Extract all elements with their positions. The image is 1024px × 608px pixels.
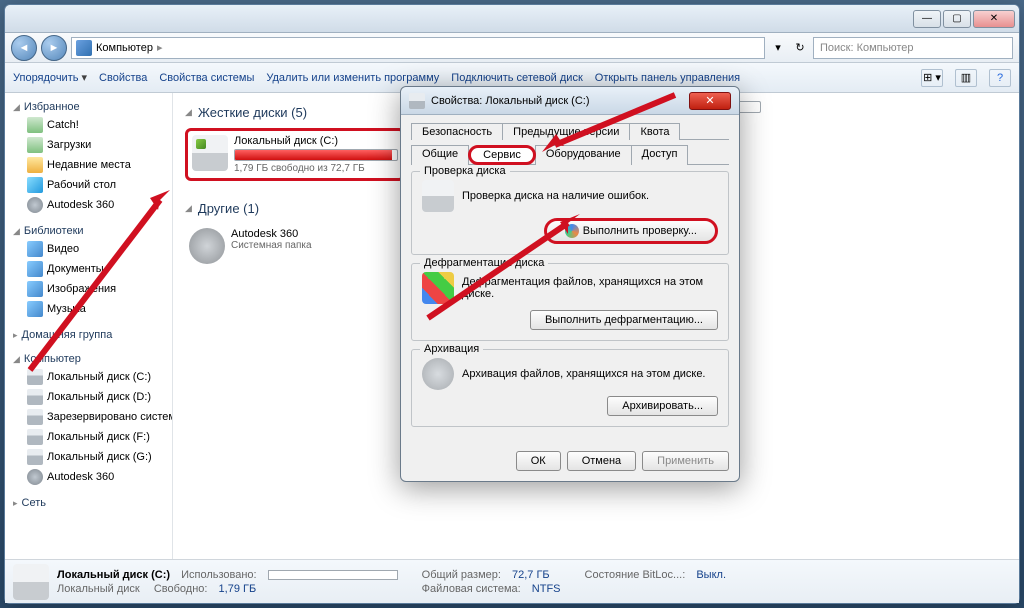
view-options-button[interactable]: ⊞ ▾ <box>921 69 943 87</box>
dropdown-icon[interactable]: ▾ <box>769 41 787 54</box>
preview-pane-button[interactable]: ▥ <box>955 69 977 87</box>
navbar: ◄ ► Компьютер ▸ ▾ ↻ Поиск: Компьютер <box>5 33 1019 63</box>
search-placeholder: Поиск: Компьютер <box>820 42 914 54</box>
folder-name: Autodesk 360 <box>231 228 401 240</box>
dialog-footer: ОК Отмена Применить <box>401 443 739 481</box>
system-properties-button[interactable]: Свойства системы <box>159 72 254 84</box>
status-fs-val: NTFS <box>532 583 561 595</box>
annotation-arrow-2 <box>530 90 690 163</box>
sidebar-item-label: Недавние места <box>47 159 131 171</box>
statusbar: Локальный диск (C:) Использовано: Локаль… <box>5 559 1019 603</box>
check-legend: Проверка диска <box>420 165 510 177</box>
refresh-button[interactable]: ↻ <box>791 41 809 54</box>
maximize-button[interactable]: ▢ <box>943 10 971 28</box>
autodesk-icon <box>189 228 225 264</box>
sidebar-item-label: Локальный диск (F:) <box>47 431 150 443</box>
status-used-bar <box>268 570 398 580</box>
cancel-button[interactable]: Отмена <box>567 451 636 471</box>
breadcrumb-sep: ▸ <box>157 41 163 54</box>
check-text: Проверка диска на наличие ошибок. <box>462 190 718 202</box>
archive-legend: Архивация <box>420 343 483 355</box>
status-free-val: 1,79 ГБ <box>219 583 257 595</box>
ic-dl-icon <box>27 117 43 133</box>
sidebar-item-comp-3[interactable]: Локальный диск (F:) <box>5 427 172 447</box>
sidebar-favorites[interactable]: ◢Избранное <box>5 99 172 115</box>
dialog-close-button[interactable]: ✕ <box>689 92 731 110</box>
status-drive-icon <box>13 564 49 600</box>
ic-folder-icon <box>27 157 43 173</box>
ic-disk-icon <box>27 409 43 425</box>
titlebar: — ▢ ✕ <box>5 5 1019 33</box>
drive-free-text: 1,79 ГБ свободно из 72,7 ГБ <box>234 163 398 174</box>
address-bar[interactable]: Компьютер ▸ <box>71 37 765 59</box>
sidebar-item-label: Локальный диск (D:) <box>47 391 151 403</box>
forward-button[interactable]: ► <box>41 35 67 61</box>
map-drive-button[interactable]: Подключить сетевой диск <box>451 72 582 84</box>
drive-name: Локальный диск (C:) <box>234 135 398 147</box>
ic-dl-icon <box>27 137 43 153</box>
annotation-arrow-3 <box>418 208 598 331</box>
status-bitlocker-val: Выкл. <box>696 569 726 581</box>
sidebar-item-label: Зарезервировано системой <box>47 411 172 423</box>
help-button[interactable]: ? <box>989 69 1011 87</box>
control-panel-button[interactable]: Открыть панель управления <box>595 72 740 84</box>
drive-icon <box>409 93 425 109</box>
folder-item[interactable]: Autodesk 360Системная папка <box>185 224 405 268</box>
status-used-label: Использовано: <box>181 569 257 581</box>
sidebar-item-label: Локальный диск (G:) <box>47 451 152 463</box>
sidebar-item-comp-5[interactable]: Autodesk 360 <box>5 467 172 487</box>
drive-icon <box>192 135 228 171</box>
status-total-val: 72,7 ГБ <box>512 569 550 581</box>
ic-disk-icon <box>27 429 43 445</box>
tab-Сервис[interactable]: Сервис <box>468 145 536 165</box>
back-button[interactable]: ◄ <box>11 35 37 61</box>
sidebar-item-label: Autodesk 360 <box>47 471 114 483</box>
drive-usage-bar <box>234 149 398 161</box>
fieldset-archive: Архивация Архивация файлов, хранящихся н… <box>411 349 729 427</box>
ic-disk-icon <box>27 389 43 405</box>
minimize-button[interactable]: — <box>913 10 941 28</box>
status-type: Локальный диск <box>57 583 140 595</box>
run-archive-button[interactable]: Архивировать... <box>607 396 718 416</box>
computer-icon <box>76 40 92 56</box>
tab-Общие[interactable]: Общие <box>411 145 469 165</box>
sidebar-item-fav-0[interactable]: Catch! <box>5 115 172 135</box>
sidebar-item-label: Загрузки <box>47 139 91 151</box>
drive-item[interactable]: Локальный диск (C:) 1,79 ГБ свободно из 7… <box>185 128 405 181</box>
ic-auto-icon <box>27 469 43 485</box>
status-name: Локальный диск (C:) <box>57 569 170 581</box>
sidebar-item-fav-1[interactable]: Загрузки <box>5 135 172 155</box>
uninstall-button[interactable]: Удалить или изменить программу <box>266 72 439 84</box>
sidebar-item-label: Catch! <box>47 119 79 131</box>
ok-button[interactable]: ОК <box>516 451 561 471</box>
folder-sub: Системная папка <box>231 240 401 251</box>
ic-disk-icon <box>27 449 43 465</box>
breadcrumb[interactable]: Компьютер <box>96 42 153 54</box>
sidebar-network[interactable]: ▸Сеть <box>5 495 172 511</box>
close-button[interactable]: ✕ <box>973 10 1015 28</box>
sidebar-item-fav-2[interactable]: Недавние места <box>5 155 172 175</box>
sidebar-item-comp-1[interactable]: Локальный диск (D:) <box>5 387 172 407</box>
archive-text: Архивация файлов, хранящихся на этом дис… <box>462 368 718 380</box>
tab-Безопасность[interactable]: Безопасность <box>411 123 503 140</box>
search-input[interactable]: Поиск: Компьютер <box>813 37 1013 59</box>
annotation-arrow-1 <box>20 180 190 383</box>
apply-button[interactable]: Применить <box>642 451 729 471</box>
status-free-label: Свободно: <box>154 583 208 595</box>
properties-button[interactable]: Свойства <box>99 72 147 84</box>
status-total-label: Общий размер: <box>422 569 501 581</box>
organize-menu[interactable]: Упорядочить <box>13 71 87 84</box>
sidebar-item-comp-2[interactable]: Зарезервировано системой <box>5 407 172 427</box>
status-bitlocker-label: Состояние BitLoc...: <box>585 569 686 581</box>
status-fs-label: Файловая система: <box>422 583 521 595</box>
sidebar-item-comp-4[interactable]: Локальный диск (G:) <box>5 447 172 467</box>
archive-icon <box>422 358 454 390</box>
